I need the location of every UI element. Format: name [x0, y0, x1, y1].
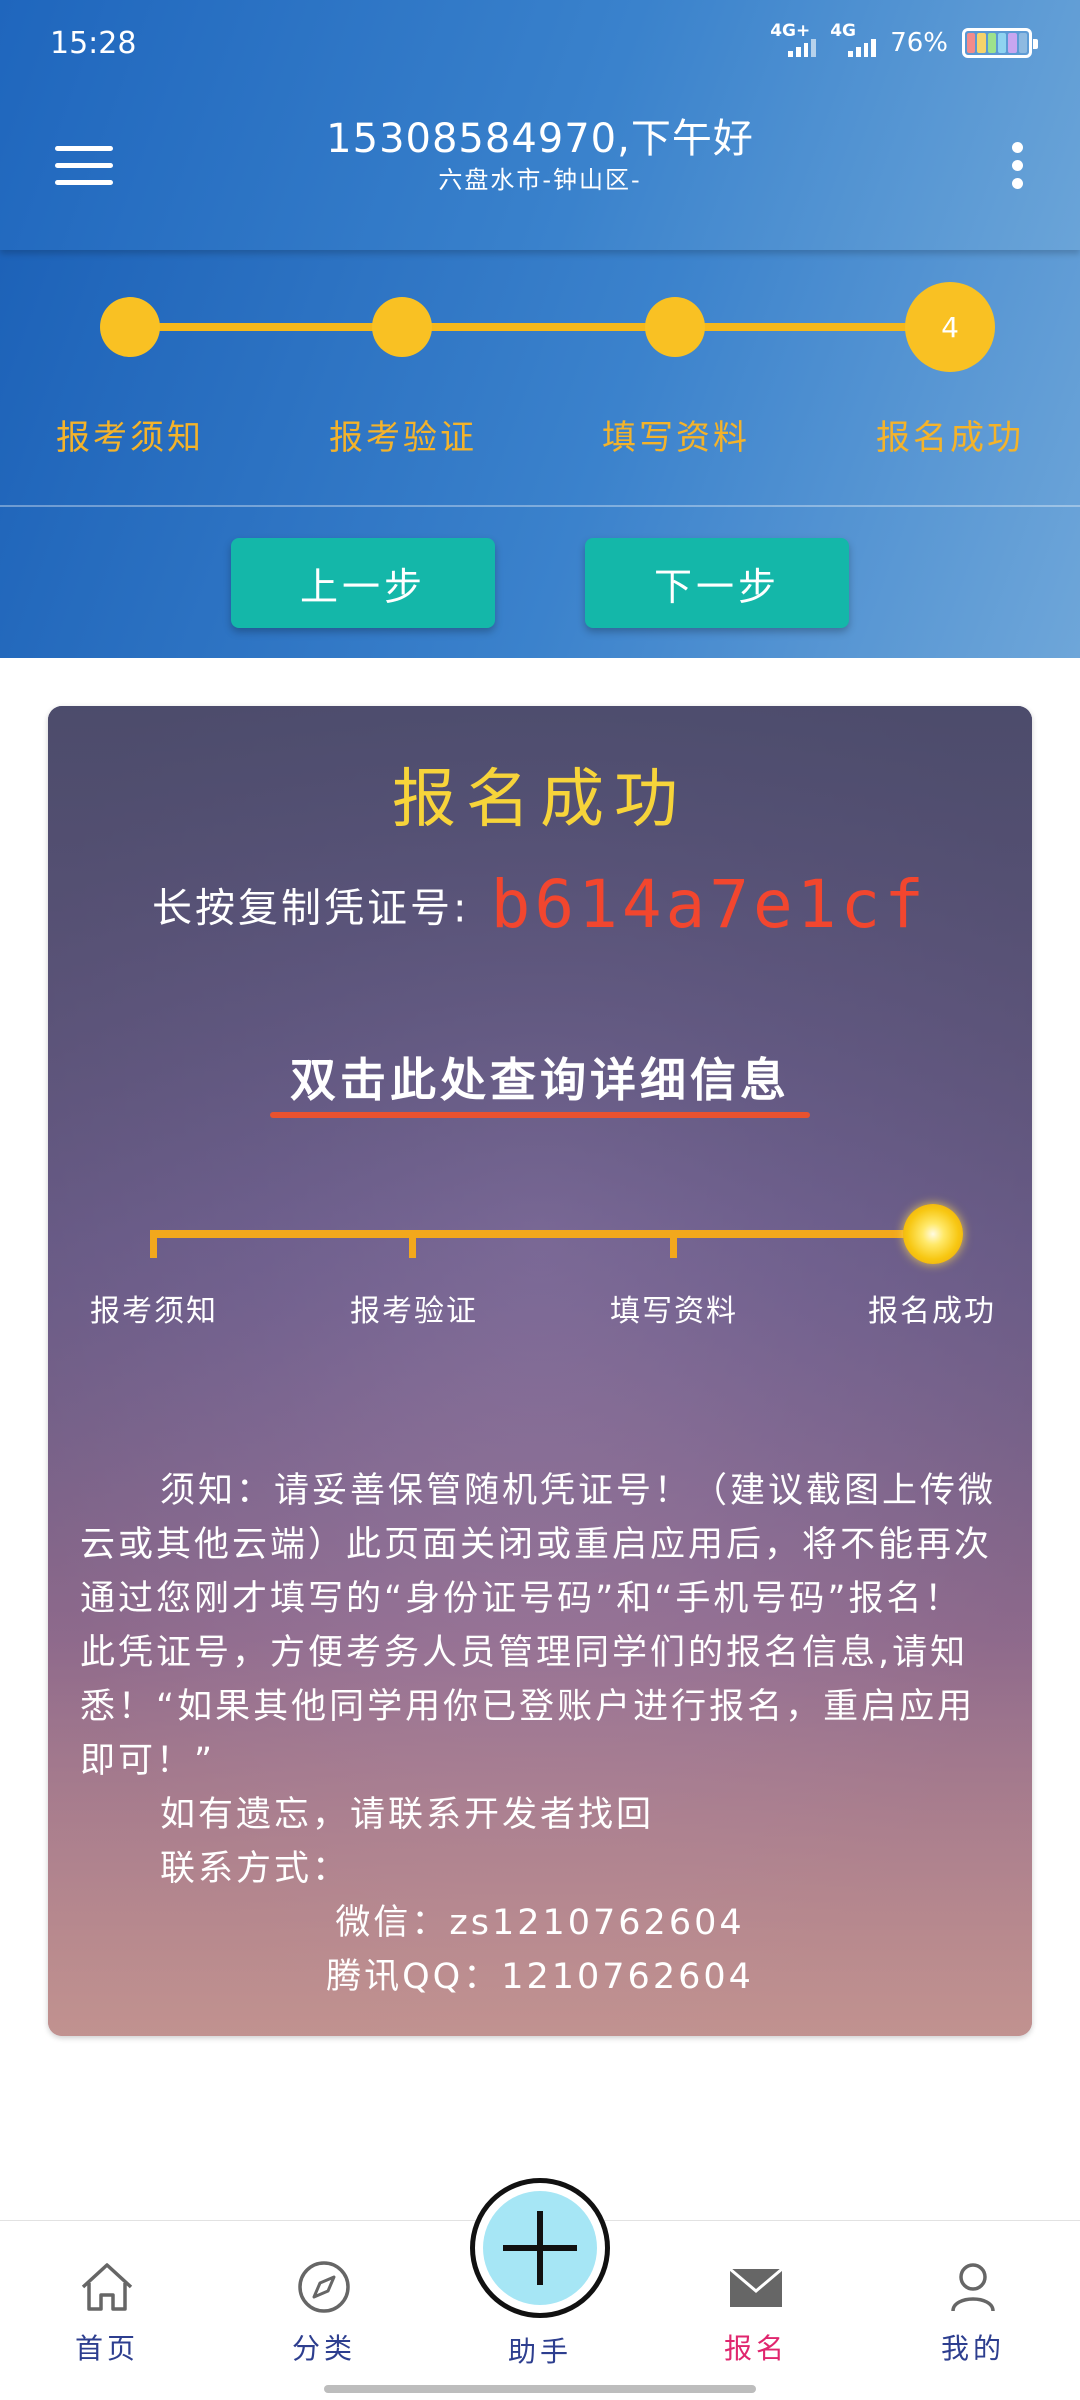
contact-wechat: 微信：zs1210762604 [335, 1903, 745, 1943]
nav-label-home: 首页 [74, 2332, 139, 2365]
step-label-1: 报考须知 [56, 418, 204, 458]
compass-icon [298, 2261, 350, 2313]
status-time: 15:28 [50, 26, 137, 61]
mail-icon [729, 2267, 783, 2307]
mini-step-label-3: 填写资料 [610, 1294, 738, 1329]
query-details-link[interactable]: 双击此处查询详细信息 [48, 1044, 1032, 1110]
contact-title: 联系方式： [160, 1849, 351, 1889]
more-options-icon[interactable] [1010, 142, 1024, 192]
signal-4g-plus-label: 4G+ [770, 21, 811, 41]
nav-label-register: 报名 [723, 2332, 788, 2365]
nav-item-category[interactable]: 分类 [249, 2259, 399, 2367]
page-title: 15308584970,下午好 [326, 116, 754, 162]
mini-progress-line [150, 1230, 940, 1238]
nav-label-category: 分类 [291, 2332, 356, 2365]
battery-icon [962, 28, 1038, 58]
registration-success-card: 报名成功 长按复制凭证号: b614a7e1cf 双击此处查询详细信息 报考须知… [48, 706, 1032, 2036]
signal-4g-icon: 4G [830, 21, 877, 57]
nav-item-mine[interactable]: 我的 [898, 2259, 1048, 2367]
step-dot-current: 4 [905, 282, 995, 372]
mini-step-label-1: 报考须知 [90, 1294, 218, 1329]
query-link-underline [270, 1112, 810, 1118]
credential-row: 长按复制凭证号: b614a7e1cf [48, 866, 1032, 943]
nav-label-assistant: 助手 [507, 2335, 572, 2368]
step-label-2: 报考验证 [329, 418, 477, 458]
nav-label-mine: 我的 [940, 2332, 1005, 2365]
signal-4g-label: 4G [830, 21, 856, 41]
home-icon [81, 2263, 133, 2311]
next-step-button[interactable]: 下一步 [585, 538, 849, 628]
step-label-4: 报名成功 [876, 418, 1024, 458]
status-indicators: 4G+ 4G 76% [770, 21, 1038, 58]
step-label-3: 填写资料 [602, 418, 750, 458]
mini-progress-tick-3 [670, 1230, 677, 1258]
nav-item-home[interactable]: 首页 [32, 2259, 182, 2367]
step-dot-3 [645, 297, 705, 357]
app-header: 15:28 4G+ 4G 76% 15308584970,下午好 六盘水市-钟山… [0, 0, 1080, 250]
contact-qq: 腾讯QQ：1210762604 [326, 1957, 754, 1997]
credential-code[interactable]: b614a7e1cf [491, 866, 928, 943]
home-indicator[interactable] [324, 2385, 756, 2393]
divider [0, 505, 1080, 507]
user-icon [951, 2263, 995, 2312]
mini-step-label-2: 报考验证 [350, 1294, 478, 1329]
battery-percent: 76% [890, 28, 948, 58]
step-progress-line [128, 323, 948, 331]
plus-icon [483, 2191, 597, 2305]
mini-step-label-4: 报名成功 [868, 1294, 996, 1329]
prev-step-button[interactable]: 上一步 [231, 538, 495, 628]
notice-forget: 如有遗忘，请联系开发者找回 [160, 1795, 655, 1835]
notice-main: 须知：请妥善保管随机凭证号！（建议截图上传微云或其他云端）此页面关闭或重启应用后… [80, 1471, 997, 1781]
notice-text-block: 须知：请妥善保管随机凭证号！（建议截图上传微云或其他云端）此页面关闭或重启应用后… [80, 1464, 1000, 2004]
success-title: 报名成功 [392, 763, 688, 837]
credential-label: 长按复制凭证号: [152, 885, 470, 932]
step-progress-area: 4 报考须知 报考验证 填写资料 报名成功 上一步 下一步 [0, 250, 1080, 658]
status-bar: 15:28 4G+ 4G 76% [0, 0, 1080, 90]
step-dot-2 [372, 297, 432, 357]
step-dot-1 [100, 297, 160, 357]
mini-progress-tick-2 [409, 1230, 416, 1258]
nav-item-register[interactable]: 报名 [681, 2259, 831, 2367]
signal-4g-plus-icon: 4G+ [770, 21, 817, 57]
location-subtitle: 六盘水市-钟山区- [438, 166, 642, 194]
mini-progress-tick-1 [150, 1230, 157, 1258]
mini-progress-current-dot [903, 1204, 963, 1264]
assistant-fab-button[interactable] [470, 2178, 610, 2318]
